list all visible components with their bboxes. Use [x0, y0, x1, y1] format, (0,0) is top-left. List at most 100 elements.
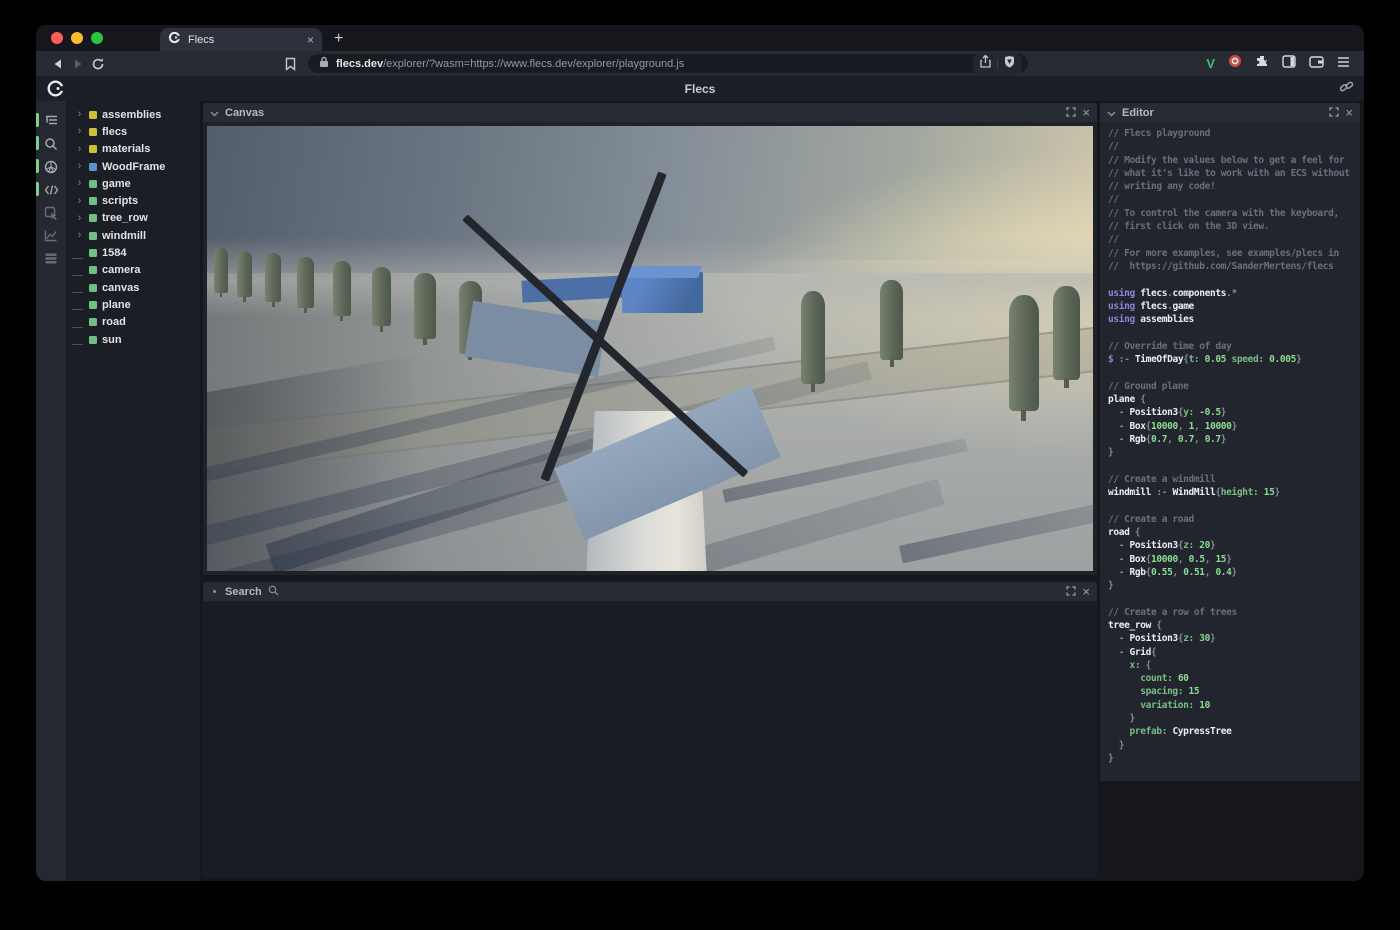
expand-arrow-icon[interactable]: › [75, 214, 84, 223]
code-line: using assemblies [1108, 313, 1360, 326]
scene-tree [414, 273, 435, 339]
close-panel-icon[interactable]: × [1345, 108, 1353, 118]
fullscreen-icon[interactable] [1066, 104, 1076, 122]
entity-tag-icon [89, 249, 97, 257]
entity-tag-icon [89, 163, 97, 171]
code-line: } [1108, 712, 1360, 725]
expand-arrow-icon[interactable]: › [75, 179, 84, 188]
expand-arrow-icon[interactable]: › [75, 197, 84, 206]
scene-cube-icon [44, 160, 58, 174]
fullscreen-icon[interactable] [1066, 583, 1076, 601]
tree-item[interactable]: › flecs [75, 123, 200, 140]
close-window-button[interactable] [51, 32, 63, 44]
zoom-window-button[interactable] [91, 32, 103, 44]
canvas-3d-view[interactable] [207, 126, 1093, 571]
code-line: // To control the camera with the keyboa… [1108, 207, 1360, 220]
url-domain: flecs.dev [336, 58, 383, 70]
code-line: // https://github.com/SanderMertens/flec… [1108, 260, 1360, 273]
search-panel-header: Search × [203, 582, 1097, 601]
bookmark-icon[interactable] [280, 57, 300, 71]
panel-dot-icon[interactable] [213, 590, 216, 593]
code-line: // For more examples, see examples/plecs… [1108, 247, 1360, 260]
editor-code[interactable]: // Flecs playground//// Modify the value… [1100, 122, 1360, 781]
tree-item[interactable]: › materials [75, 141, 200, 158]
expand-arrow-icon[interactable]: › [75, 231, 84, 240]
code-line [1108, 273, 1360, 286]
code-line: - Rgb{0.55, 0.51, 0.4} [1108, 566, 1360, 579]
tool-log[interactable] [36, 247, 66, 270]
entity-tag-icon [89, 284, 97, 292]
new-tab-button[interactable]: + [334, 30, 343, 48]
canvas-panel-header: Canvas × [203, 103, 1097, 122]
tree-item-label: materials [102, 143, 150, 155]
tree-item-label: tree_row [102, 212, 148, 224]
search-panel-body[interactable] [203, 601, 1097, 878]
code-line: tree_row { [1108, 619, 1360, 632]
menu-hamburger-icon[interactable] [1337, 56, 1350, 71]
tool-outline-tree[interactable] [36, 109, 66, 132]
tree-item[interactable]: › game [75, 175, 200, 192]
code-line: // Ground plane [1108, 380, 1360, 393]
extension-red-icon[interactable] [1228, 54, 1242, 73]
tree-item[interactable]: sun [75, 331, 200, 348]
tree-item[interactable]: camera [75, 262, 200, 279]
entity-tag-icon [89, 318, 97, 326]
urlbar-actions [973, 53, 1022, 75]
back-button[interactable] [48, 57, 68, 71]
vue-devtools-icon[interactable]: V [1206, 56, 1215, 71]
code-line: // Modify the values below to get a feel… [1108, 154, 1360, 167]
tree-item-label: scripts [102, 195, 138, 207]
code-line: - Box{10000, 1, 10000} [1108, 420, 1360, 433]
close-panel-icon[interactable]: × [1082, 108, 1090, 118]
entity-tag-icon [89, 214, 97, 222]
tool-inspect[interactable] [36, 201, 66, 224]
tree-item[interactable]: ›WoodFrame [75, 158, 200, 175]
expand-arrow-icon[interactable]: › [75, 162, 84, 171]
reload-button[interactable] [88, 57, 108, 71]
expand-arrow-icon[interactable]: › [75, 145, 84, 154]
log-rows-icon [44, 252, 58, 265]
tree-item[interactable]: road [75, 314, 200, 331]
tree-item[interactable]: ›assemblies [75, 106, 200, 123]
expand-arrow-icon[interactable]: › [75, 110, 84, 119]
code-line: } [1108, 752, 1360, 765]
tree-item[interactable]: canvas [75, 279, 200, 296]
tree-item[interactable]: plane [75, 296, 200, 313]
share-icon[interactable] [980, 55, 991, 73]
extension-icons: V [1206, 54, 1350, 73]
tree-item-label: game [102, 178, 131, 190]
browser-tab[interactable]: Flecs × [160, 28, 322, 51]
close-panel-icon[interactable]: × [1082, 587, 1090, 597]
tree-item[interactable]: 1584 [75, 244, 200, 261]
brave-shield-icon[interactable] [1004, 55, 1015, 73]
code-line [1108, 592, 1360, 605]
outline-tree-icon [44, 114, 59, 128]
tool-code[interactable] [36, 178, 66, 201]
entity-tag-icon [89, 145, 97, 153]
url-bar[interactable]: flecs.dev/explorer/?wasm=https://www.fle… [308, 54, 1028, 73]
sidebar-toggle-icon[interactable] [1282, 55, 1296, 73]
forward-button[interactable] [68, 57, 88, 71]
expand-arrow-icon[interactable]: › [75, 127, 84, 136]
tree-item[interactable]: › tree_row [75, 210, 200, 227]
fullscreen-icon[interactable] [1329, 104, 1339, 122]
entity-tree: ›assemblies›flecs›materials›WoodFrame›ga… [66, 101, 200, 881]
tree-item-label: canvas [102, 282, 139, 294]
tab-close-icon[interactable]: × [307, 33, 314, 47]
entity-tag-icon [89, 232, 97, 240]
tool-stats[interactable] [36, 224, 66, 247]
tool-search[interactable] [36, 132, 66, 155]
tool-scene[interactable] [36, 155, 66, 178]
code-line: } [1108, 446, 1360, 459]
collapse-chevron-icon[interactable] [210, 104, 219, 122]
lock-icon [319, 55, 329, 73]
wallet-icon[interactable] [1309, 55, 1324, 73]
divider [997, 58, 998, 70]
extensions-puzzle-icon[interactable] [1255, 54, 1269, 73]
tree-item[interactable]: › scripts [75, 192, 200, 209]
tree-item[interactable]: ›windmill [75, 227, 200, 244]
tree-item-label: flecs [102, 126, 127, 138]
code-icon [44, 184, 59, 196]
collapse-chevron-icon[interactable] [1107, 104, 1116, 122]
minimize-window-button[interactable] [71, 32, 83, 44]
